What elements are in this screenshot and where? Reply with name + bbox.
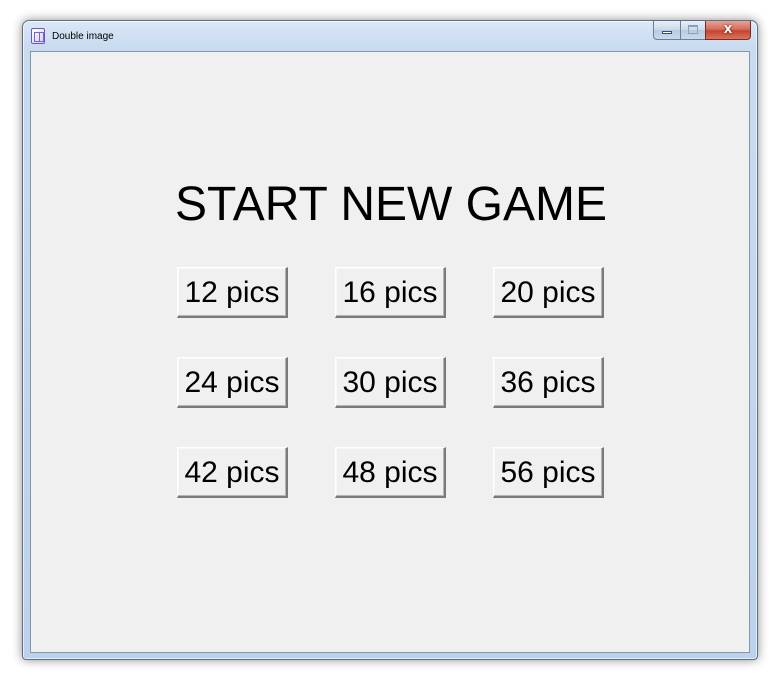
start-new-game-heading: START NEW GAME (174, 178, 608, 231)
pics-12-button[interactable]: 12 pics (177, 267, 288, 318)
pic-count-button-grid: 12 pics 16 pics 20 pics 24 pics 30 pics … (177, 267, 604, 498)
minimize-icon (662, 31, 672, 34)
client-area: START NEW GAME 12 pics 16 pics 20 pics 2… (30, 51, 750, 653)
pics-24-button[interactable]: 24 pics (177, 357, 288, 408)
pics-56-button[interactable]: 56 pics (493, 447, 604, 498)
pics-48-button[interactable]: 48 pics (335, 447, 446, 498)
pics-30-button[interactable]: 30 pics (335, 357, 446, 408)
minimize-button[interactable] (653, 21, 680, 40)
pics-16-button[interactable]: 16 pics (335, 267, 446, 318)
caption-buttons: X (653, 21, 751, 40)
close-button[interactable]: X (705, 21, 751, 40)
close-icon: X (723, 23, 733, 36)
maximize-button[interactable] (680, 21, 705, 40)
pics-20-button[interactable]: 20 pics (493, 267, 604, 318)
pics-42-button[interactable]: 42 pics (177, 447, 288, 498)
window-title: Double image (52, 31, 114, 42)
app-window: Double image X START NEW GAME 12 pics 16… (22, 20, 758, 660)
double-image-app-icon[interactable] (31, 28, 45, 44)
title-bar[interactable]: Double image X (23, 21, 757, 51)
maximize-icon (688, 25, 698, 34)
pics-36-button[interactable]: 36 pics (493, 357, 604, 408)
